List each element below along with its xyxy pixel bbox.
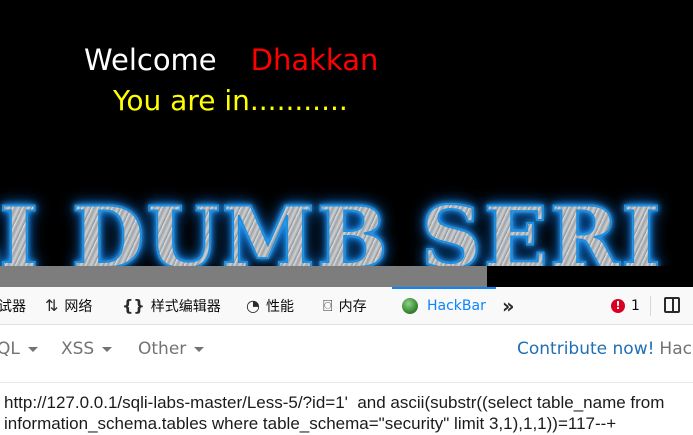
url-textarea[interactable]: http://127.0.0.1/sqli-labs-master/Less-5…: [0, 383, 693, 435]
menu-label: Other: [138, 339, 187, 359]
double-chevron-icon[interactable]: ››: [502, 287, 515, 324]
error-count-badge[interactable]: ! 1: [611, 287, 640, 324]
contribute-link[interactable]: Contribute now!: [517, 339, 654, 359]
memory-chip-icon: ⌼: [323, 295, 333, 315]
braces-icon: {}: [122, 296, 145, 315]
hackbar-brand: HackB: [659, 339, 693, 359]
login-status-text: You are in...........: [113, 84, 348, 117]
tab-label: 网络: [64, 298, 93, 315]
toolbar-divider: [650, 296, 651, 316]
tab-label: HackBar: [427, 297, 486, 314]
hackbar-logo-icon: [402, 297, 418, 314]
tab-style-editor[interactable]: {} 样式编辑器: [122, 287, 221, 324]
tab-label: 内存: [338, 298, 367, 315]
devtools-toolbar: 试器 ⇅ 网络 {} 样式编辑器 ◔ 性能 ⌼ 内存 HackBar ›› ! …: [0, 287, 693, 325]
browser-window: Welcome Dhakkan You are in........... LI …: [0, 0, 693, 435]
caret-down-icon: [102, 346, 113, 352]
tab-memory[interactable]: ⌼ 内存: [323, 287, 367, 324]
tab-hackbar[interactable]: HackBar: [392, 287, 496, 324]
tab-label: 性能: [265, 298, 294, 315]
welcome-label: Welcome: [84, 43, 217, 77]
scrollbar-thumb[interactable]: [0, 266, 487, 287]
welcome-message: Welcome Dhakkan: [84, 42, 378, 78]
tab-network[interactable]: ⇅ 网络: [45, 287, 92, 324]
menu-sql[interactable]: QL: [0, 325, 38, 373]
error-icon: !: [611, 298, 625, 313]
gauge-icon: ◔: [246, 296, 260, 315]
username-label: Dhakkan: [250, 43, 379, 77]
tab-label: 试器: [0, 298, 26, 315]
web-page-viewport: Welcome Dhakkan You are in........... LI …: [0, 0, 693, 287]
url-value[interactable]: http://127.0.0.1/sqli-labs-master/Less-5…: [4, 392, 693, 434]
tab-inspector[interactable]: 试器: [0, 287, 26, 324]
menu-label: XSS: [61, 339, 95, 359]
menu-other[interactable]: Other: [138, 325, 205, 373]
tab-performance[interactable]: ◔ 性能: [246, 287, 294, 324]
hackbar-menu-bar: QL XSS Other Contribute now! HackB: [0, 325, 693, 383]
caret-down-icon: [194, 346, 205, 352]
error-count: 1: [631, 297, 640, 314]
menu-label: QL: [0, 339, 20, 359]
network-arrows-icon: ⇅: [45, 296, 59, 315]
contribute-area: Contribute now! HackB: [517, 325, 693, 373]
horizontal-scrollbar[interactable]: [0, 266, 693, 287]
tab-label: 样式编辑器: [150, 298, 221, 315]
caret-down-icon: [27, 346, 38, 352]
menu-xss[interactable]: XSS: [61, 325, 113, 373]
dock-side-icon[interactable]: [664, 297, 680, 313]
